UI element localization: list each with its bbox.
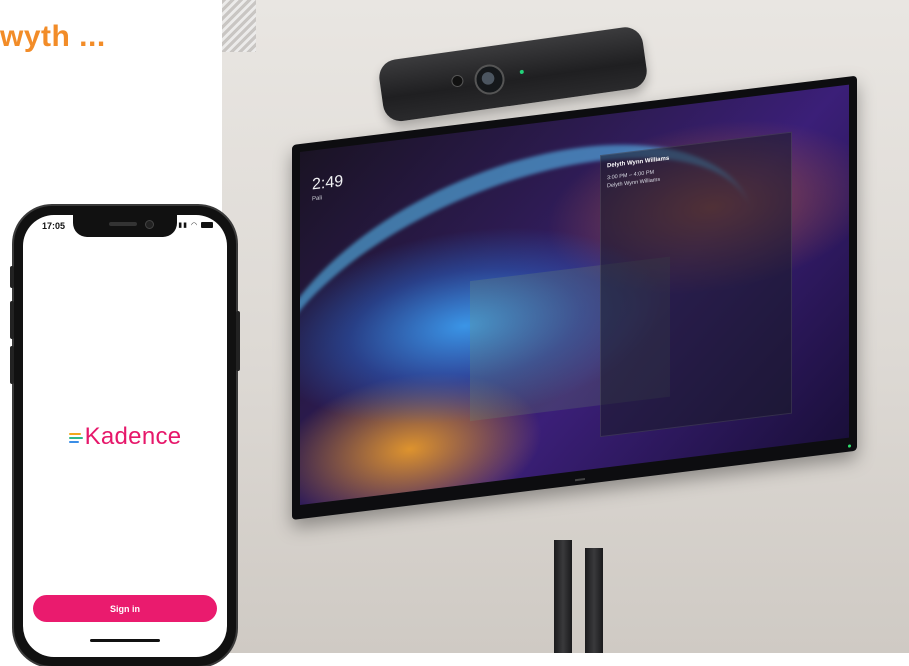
volume-down-button <box>10 346 14 384</box>
tv-clock: 2:49 <box>312 172 344 194</box>
phone-notch <box>73 215 177 237</box>
home-indicator <box>90 639 160 642</box>
headline-fragment: wyth ... <box>0 20 106 53</box>
kadence-logo-mark-icon <box>68 432 83 445</box>
tv-stand-leg <box>554 540 572 653</box>
signal-icon: ▮▮ <box>178 222 188 229</box>
kadence-logo: Kadence <box>23 423 227 451</box>
room-photo: 2:49 Pali Delyth Wynn Williams 3:00 PM –… <box>222 0 909 653</box>
front-camera-icon <box>145 220 154 229</box>
tv-stand-leg <box>585 548 603 653</box>
volume-up-button <box>10 301 14 339</box>
camera-lens-icon <box>472 62 507 97</box>
smartphone: 17:05 ▮▮ ◠ Kadence Sign in <box>10 206 240 666</box>
phone-screen: 17:05 ▮▮ ◠ Kadence Sign in <box>23 215 227 657</box>
sign-in-button[interactable]: Sign in <box>33 595 217 622</box>
ceiling-vent <box>222 0 256 52</box>
kadence-logo-text: Kadence <box>84 423 182 450</box>
tv-screen: 2:49 Pali Delyth Wynn Williams 3:00 PM –… <box>300 84 849 506</box>
tv-clock-subtitle: Pali <box>312 195 323 203</box>
side-button <box>236 311 240 371</box>
event-title: Delyth Wynn Williams <box>607 155 670 170</box>
camera-sensor <box>450 74 465 88</box>
status-bar-time: 17:05 <box>42 221 66 231</box>
tv-brand-logo <box>574 478 585 482</box>
camera-status-led <box>519 69 525 75</box>
wall-tv: 2:49 Pali Delyth Wynn Williams 3:00 PM –… <box>292 75 857 521</box>
battery-icon <box>201 222 213 229</box>
calendar-event-card: Delyth Wynn Williams 3:00 PM – 4:00 PM D… <box>600 131 792 438</box>
wifi-icon: ◠ <box>190 222 199 229</box>
tv-power-led <box>848 444 851 448</box>
earpiece-speaker <box>109 222 137 226</box>
status-bar-icons: ▮▮ ◠ <box>178 221 213 229</box>
mute-switch <box>10 266 14 288</box>
